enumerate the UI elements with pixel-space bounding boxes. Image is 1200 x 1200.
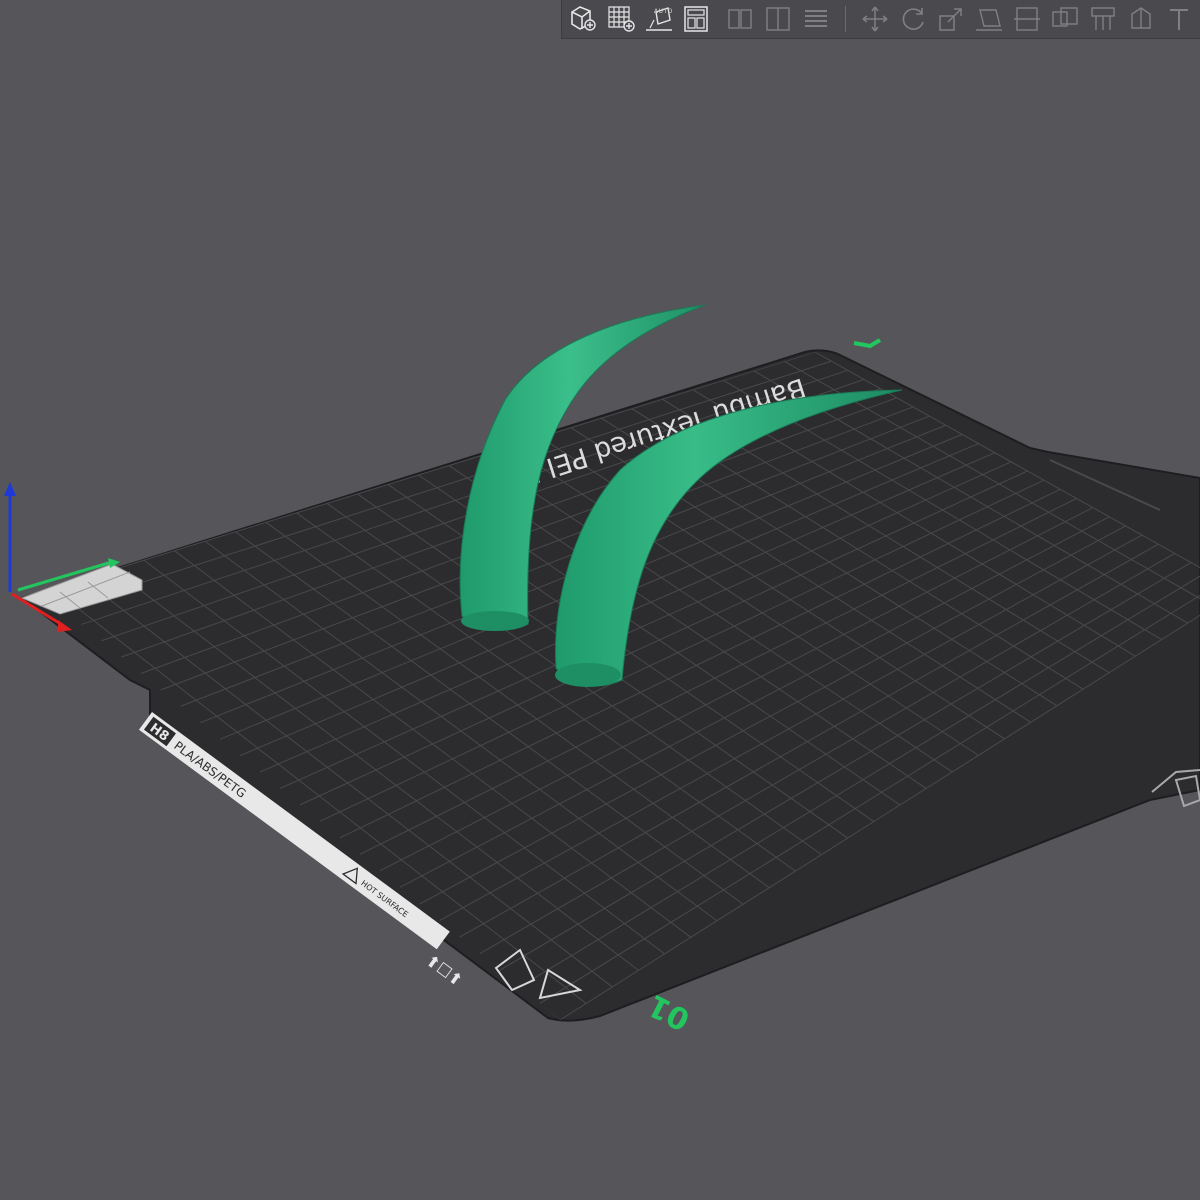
auto-label: AUTO [654, 8, 673, 15]
split-objects-icon [728, 9, 752, 29]
cube-plus-icon [571, 6, 596, 31]
top-toolbar: AUTO [561, 0, 1200, 39]
arrange-icon [684, 6, 708, 32]
add-plate-button[interactable] [604, 2, 638, 36]
rotate-icon [902, 8, 924, 30]
rotate-button[interactable] [896, 2, 930, 36]
text-button[interactable] [1162, 2, 1196, 36]
move-button[interactable] [858, 2, 892, 36]
mesh-boolean-icon [1052, 7, 1078, 27]
auto-orient-button[interactable]: AUTO [642, 2, 676, 36]
layers-button[interactable] [799, 2, 833, 36]
flip-plate-icon: ⬆☐⬆ [422, 951, 466, 991]
split-parts-icon [766, 7, 790, 31]
split-objects-button[interactable] [723, 2, 757, 36]
grid-plus-icon [608, 6, 635, 32]
seam-paint-button[interactable] [1124, 2, 1158, 36]
support-paint-button[interactable] [1086, 2, 1120, 36]
cut-button[interactable] [1010, 2, 1044, 36]
add-object-button[interactable] [566, 2, 600, 36]
plate-marker-icon [853, 338, 882, 349]
lay-on-face-icon [976, 9, 1002, 31]
arrange-button[interactable] [680, 2, 714, 36]
scale-icon [939, 8, 962, 31]
3d-viewport[interactable]: Bambu Textured PEI Plate H8 PLA/ABS/PETG… [0, 0, 1200, 1200]
split-parts-button[interactable] [761, 2, 795, 36]
scale-button[interactable] [934, 2, 968, 36]
lay-on-face-button[interactable] [972, 2, 1006, 36]
move-icon [862, 6, 888, 32]
text-icon [1170, 9, 1188, 30]
z-axis-arrow-icon [4, 482, 16, 496]
seam-paint-icon [1131, 7, 1151, 29]
layers-icon [805, 10, 828, 27]
support-paint-icon [1091, 7, 1115, 30]
toolbar-separator [845, 6, 846, 32]
cut-icon [1014, 7, 1040, 31]
mesh-boolean-button[interactable] [1048, 2, 1082, 36]
